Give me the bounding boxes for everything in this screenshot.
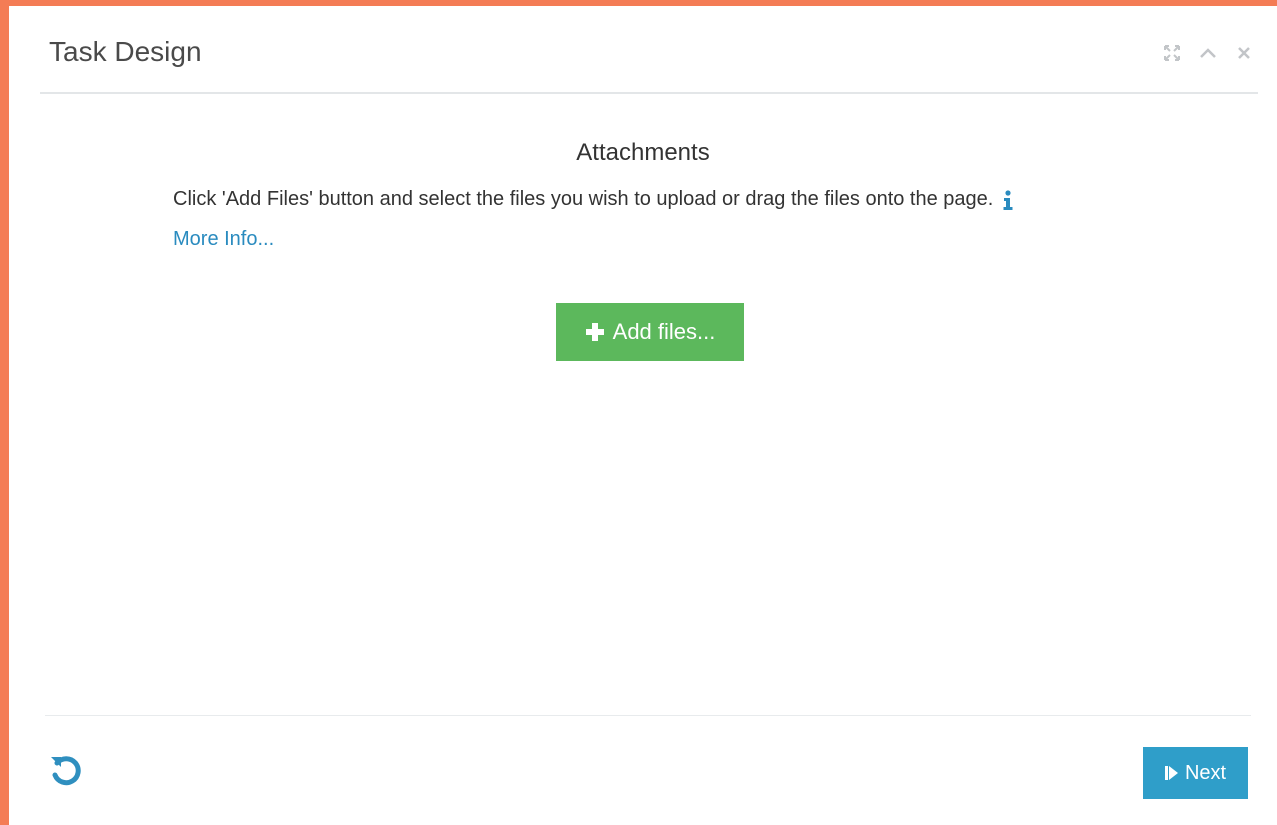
- next-button[interactable]: Next: [1143, 747, 1248, 799]
- attachments-heading: Attachments: [576, 139, 710, 166]
- footer-divider: [45, 715, 1251, 716]
- more-info-link[interactable]: More Info...: [173, 228, 274, 251]
- panel-header: Task Design: [9, 6, 1277, 94]
- plus-icon: [585, 323, 604, 341]
- panel-title: Task Design: [49, 36, 202, 67]
- add-files-label: Add files...: [612, 319, 716, 344]
- info-icon[interactable]: [1001, 189, 1015, 211]
- header-divider: [40, 92, 1258, 94]
- window-controls: [1161, 42, 1255, 64]
- instructions-text: Click 'Add Files' button and select the …: [173, 188, 994, 210]
- add-files-button[interactable]: Add files...: [556, 303, 744, 361]
- next-label: Next: [1184, 761, 1227, 784]
- undo-icon[interactable]: [47, 751, 87, 791]
- task-design-panel: Task Design Attachments Click 'Add Files…: [9, 6, 1277, 825]
- step-forward-icon: [1164, 766, 1178, 780]
- upload-instructions: Click 'Add Files' button and select the …: [173, 188, 1015, 211]
- collapse-icon[interactable]: [1197, 42, 1219, 64]
- expand-icon[interactable]: [1161, 42, 1183, 64]
- close-icon[interactable]: [1233, 42, 1255, 64]
